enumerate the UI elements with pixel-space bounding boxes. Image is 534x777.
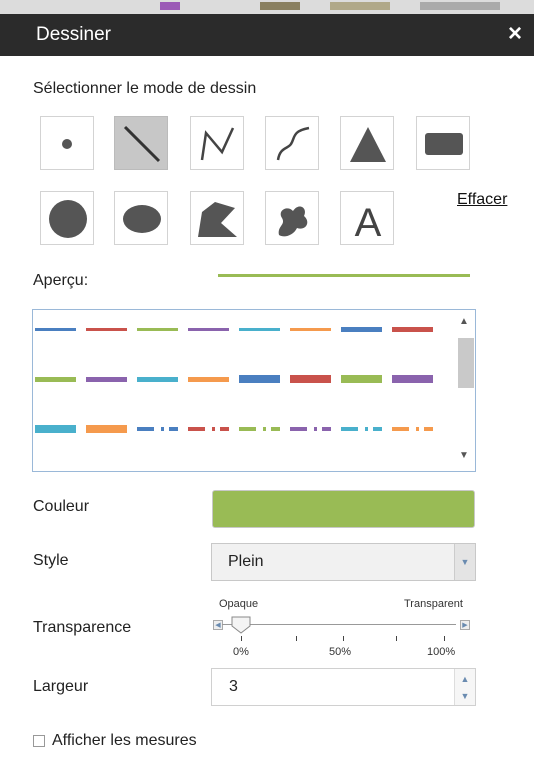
line-icon	[123, 125, 161, 163]
mode-point-button[interactable]	[40, 116, 94, 170]
ellipse-icon	[123, 205, 161, 233]
line-style-swatch[interactable]	[86, 377, 127, 382]
line-style-swatch[interactable]	[290, 375, 331, 383]
line-style-swatch[interactable]	[86, 328, 127, 331]
tick-label-0: 0%	[233, 646, 249, 658]
line-style-swatch[interactable]	[35, 328, 76, 331]
text-mode-glyph: A	[355, 201, 382, 245]
rectangle-icon	[425, 133, 463, 155]
scroll-thumb[interactable]	[458, 338, 474, 388]
line-style-swatch[interactable]	[239, 375, 280, 383]
tick-label-100: 100%	[427, 646, 456, 658]
scroll-up-icon[interactable]: ▲	[459, 316, 469, 327]
mode-ellipse-button[interactable]	[114, 191, 168, 245]
mode-triangle-button[interactable]	[340, 116, 394, 170]
mode-freehand-polyline-button[interactable]	[265, 116, 319, 170]
line-style-swatch[interactable]	[239, 328, 280, 331]
mode-rectangle-button[interactable]	[416, 116, 470, 170]
mode-text-button[interactable]: A	[340, 191, 394, 245]
line-style-swatch[interactable]	[137, 377, 178, 382]
transparency-slider-thumb[interactable]	[231, 616, 251, 634]
line-style-list[interactable]: ▲ ▼	[32, 309, 476, 472]
chevron-down-icon[interactable]: ▼	[455, 691, 475, 701]
text-icon: A	[355, 201, 382, 245]
style-label: Style	[33, 552, 69, 569]
transparency-label: Transparence	[33, 619, 132, 636]
point-icon	[62, 139, 72, 149]
freehand-polyline-icon	[276, 126, 310, 161]
show-measurements-checkbox[interactable]	[33, 735, 45, 747]
width-value: 3	[229, 678, 238, 695]
width-stepper[interactable]: 3 ▲ ▼	[211, 668, 476, 706]
line-style-swatch[interactable]	[188, 427, 229, 431]
line-style-swatch[interactable]	[392, 327, 433, 332]
width-label: Largeur	[33, 678, 89, 695]
style-value: Plein	[228, 553, 264, 570]
dialog-titlebar: Dessiner ×	[0, 14, 534, 56]
transparent-label: Transparent	[404, 598, 463, 610]
transparency-track[interactable]	[222, 624, 456, 625]
line-style-swatch[interactable]	[137, 427, 178, 431]
line-style-swatch[interactable]	[392, 427, 433, 431]
stepper-buttons: ▲ ▼	[454, 669, 475, 705]
line-style-swatch[interactable]	[35, 377, 76, 382]
line-style-swatch[interactable]	[188, 377, 229, 382]
show-measurements-label: Afficher les mesures	[52, 732, 197, 749]
preview-line	[218, 274, 470, 277]
line-style-swatch[interactable]	[290, 328, 331, 331]
freehand-polygon-icon	[278, 206, 308, 237]
close-icon[interactable]: ×	[508, 20, 522, 48]
line-style-swatch[interactable]	[137, 328, 178, 331]
tick-mark	[296, 636, 297, 641]
tick-mark	[396, 636, 397, 641]
mode-freehand-polygon-button[interactable]	[265, 191, 319, 245]
line-style-swatch[interactable]	[341, 327, 382, 332]
line-style-swatch[interactable]	[86, 425, 127, 433]
polyline-icon	[200, 127, 235, 161]
slider-decrease-icon[interactable]: ◀	[213, 620, 223, 630]
scroll-down-icon[interactable]: ▼	[459, 450, 469, 461]
circle-icon	[49, 200, 87, 238]
color-label: Couleur	[33, 498, 90, 515]
line-style-swatch[interactable]	[341, 375, 382, 383]
line-style-swatch[interactable]	[341, 427, 382, 431]
tick-mark	[444, 636, 445, 641]
list-scrollbar[interactable]: ▲ ▼	[455, 310, 475, 471]
triangle-icon	[350, 127, 386, 162]
chevron-up-icon[interactable]: ▲	[455, 674, 475, 684]
polygon-icon	[198, 202, 237, 237]
mode-line-button[interactable]	[114, 116, 168, 170]
style-select[interactable]: Plein ▼	[211, 543, 476, 581]
mode-polygon-button[interactable]	[190, 191, 244, 245]
tick-mark	[241, 636, 242, 641]
slider-increase-icon[interactable]: ▶	[460, 620, 470, 630]
line-style-swatch[interactable]	[392, 375, 433, 383]
tick-mark	[343, 636, 344, 641]
color-picker[interactable]	[212, 490, 475, 528]
chevron-down-icon[interactable]: ▼	[454, 544, 475, 580]
line-style-swatch[interactable]	[35, 425, 76, 433]
line-style-swatch[interactable]	[290, 427, 331, 431]
line-style-swatch[interactable]	[239, 427, 280, 431]
mode-heading: Sélectionner le mode de dessin	[33, 80, 257, 97]
line-style-swatch[interactable]	[188, 328, 229, 331]
preview-label: Aperçu:	[33, 272, 89, 289]
dialog-title: Dessiner	[36, 24, 111, 45]
clear-link[interactable]: Effacer	[457, 191, 507, 209]
background-map-strip	[0, 0, 534, 14]
mode-polyline-button[interactable]	[190, 116, 244, 170]
mode-circle-button[interactable]	[40, 191, 94, 245]
opaque-label: Opaque	[219, 598, 259, 610]
tick-label-50: 50%	[329, 646, 352, 658]
